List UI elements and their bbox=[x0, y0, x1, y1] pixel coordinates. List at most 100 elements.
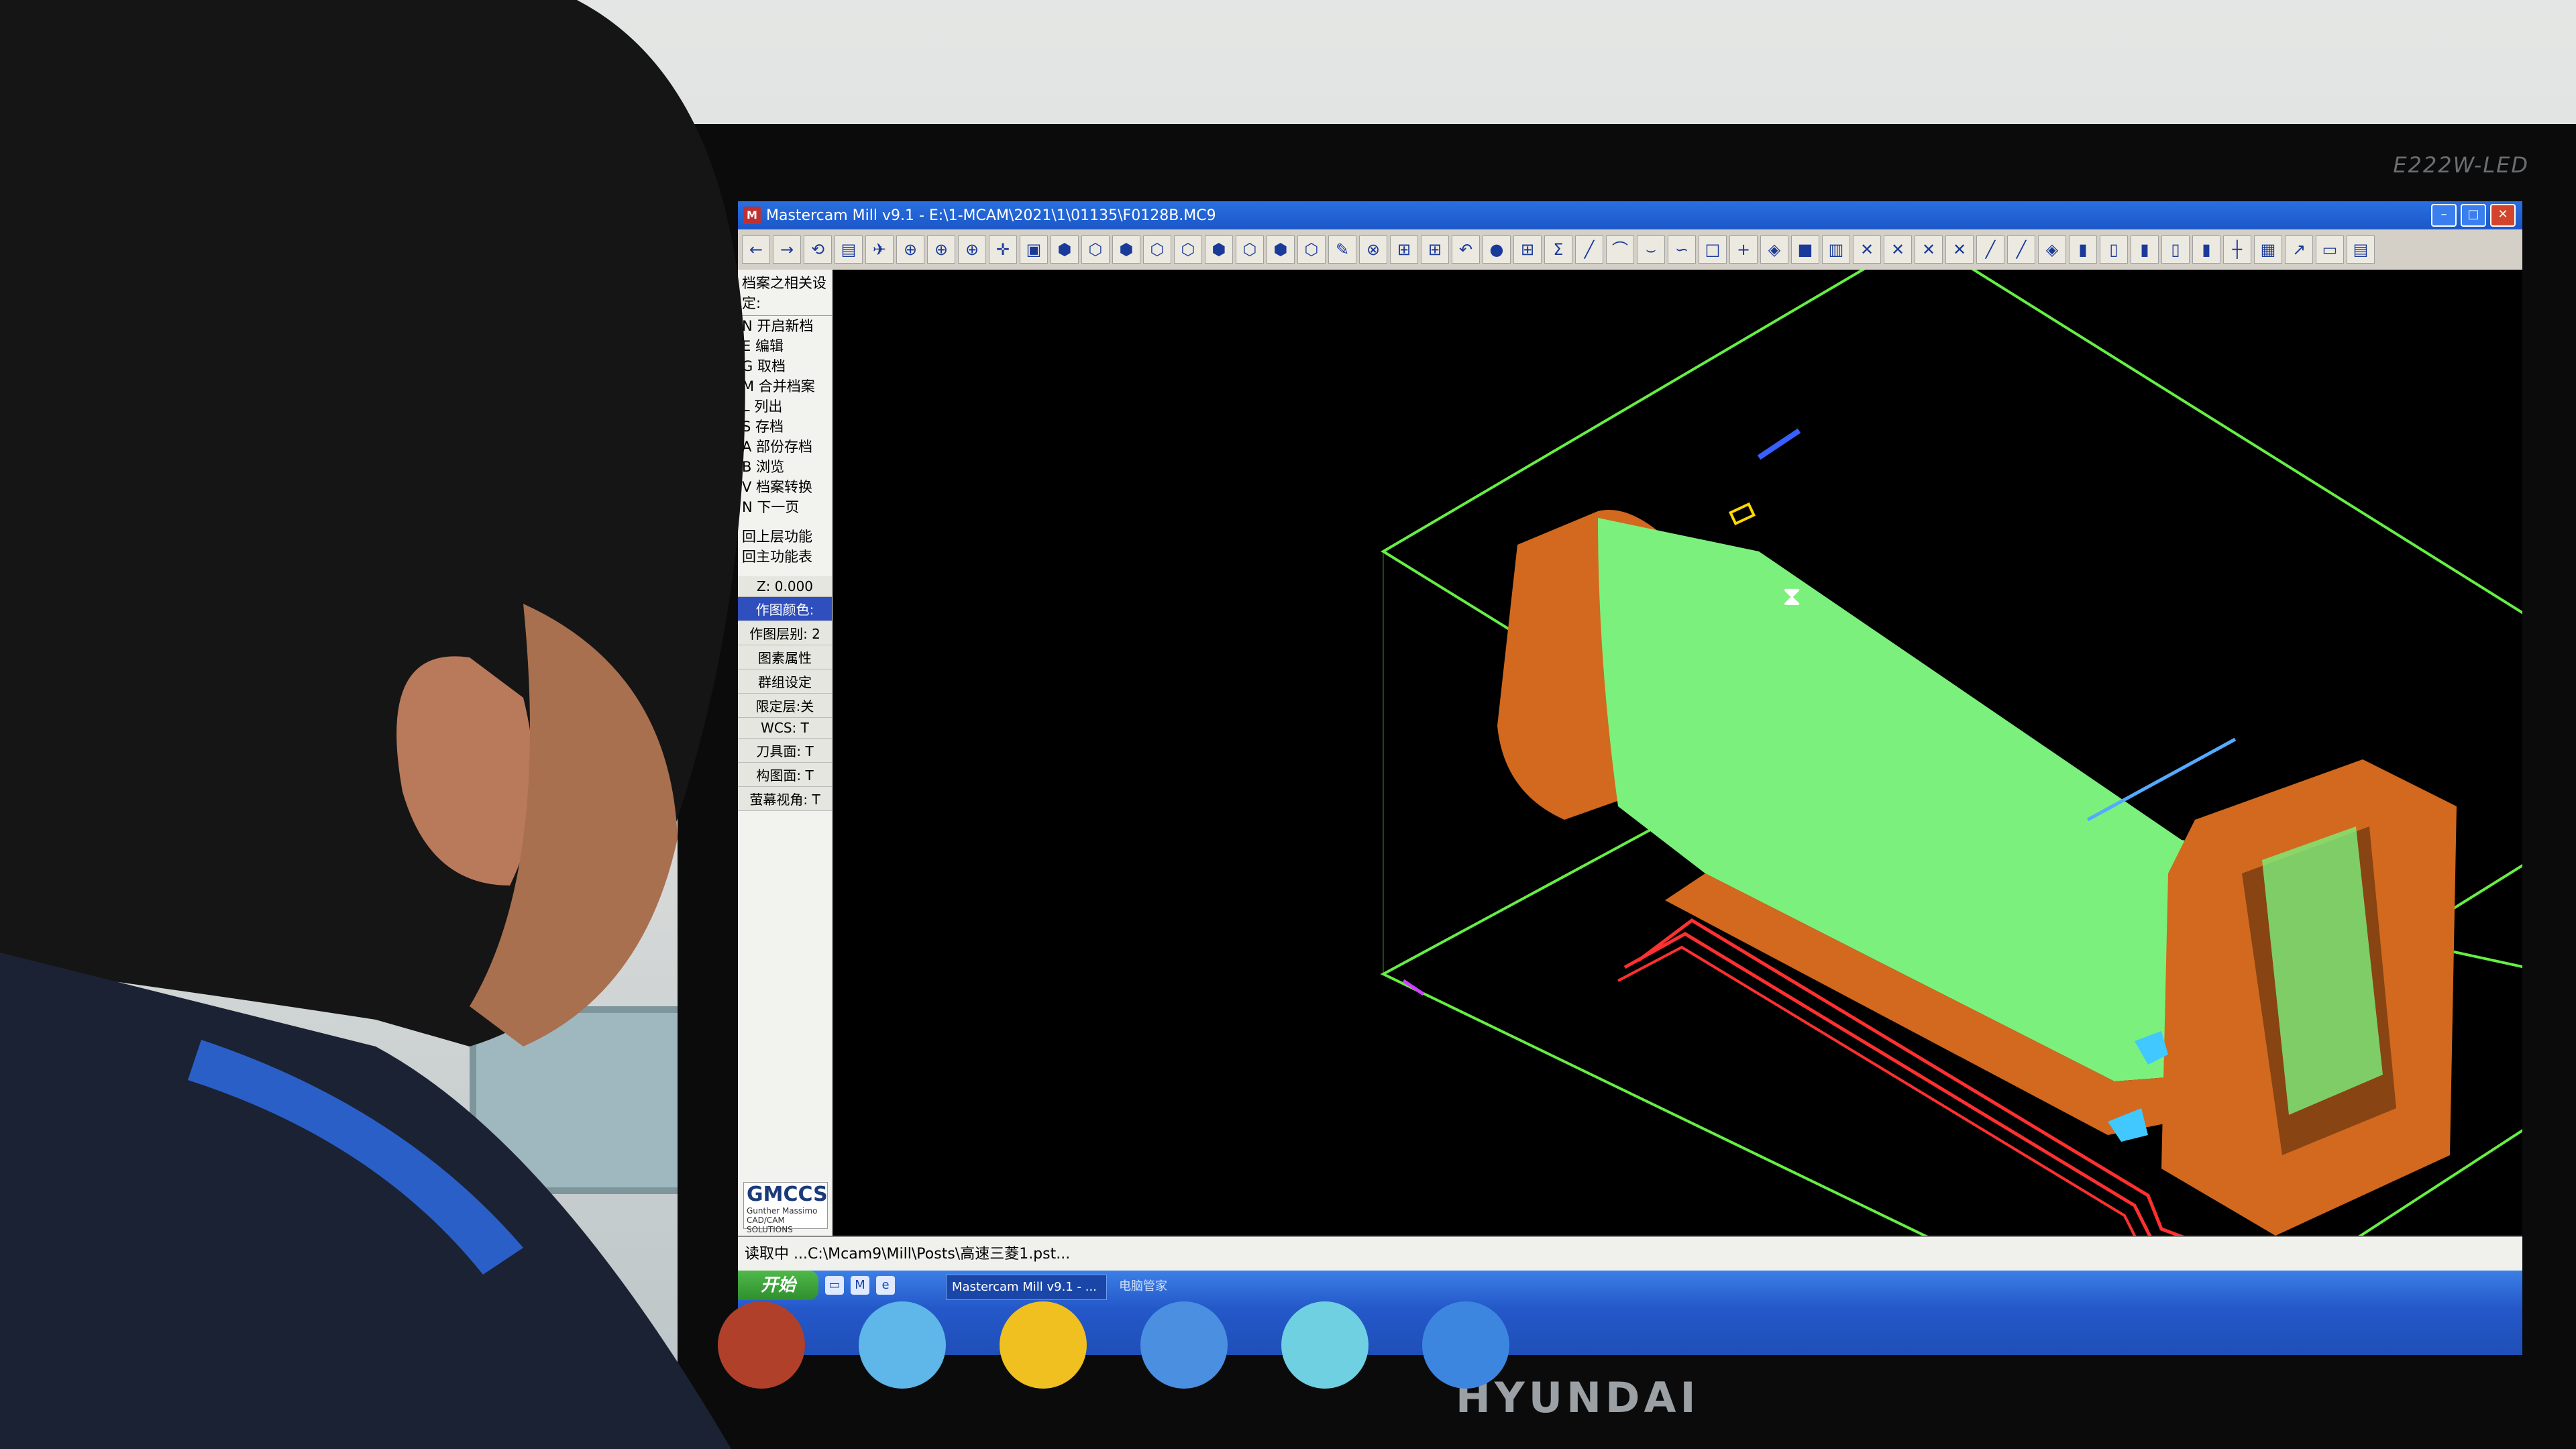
menu-item-list[interactable]: L 列出 bbox=[738, 396, 832, 417]
main-toolbar: ← → ⟲ ▤ ✈ ⊕ ⊕ ⊕ ✛ ▣ ⬢ ⬡ ⬢ ⬡ ⬡ ⬢ ⬡ ⬢ ⬡ ✎ ⊗ ⊞ ⊞ ↶ ● ⊞ Σ ╱ ⌒ ⌣ ∽ □ + ◈ ■ ▥ ✕ ✕ ✕ ✕… bbox=[738, 229, 2522, 271]
cad-model-view: ⧗ bbox=[1380, 234, 2522, 1355]
menu-item-get-file[interactable]: G 取档 bbox=[738, 356, 832, 376]
status-cplane[interactable]: 构图面: T bbox=[738, 763, 832, 787]
quick-launch: ▭ M e bbox=[825, 1276, 895, 1295]
toolbar-icon-30[interactable]: ∽ bbox=[1668, 235, 1696, 264]
toolbar-icon-31[interactable]: □ bbox=[1699, 235, 1727, 264]
status-color[interactable]: 作图颜色: bbox=[738, 597, 832, 621]
status-z-depth[interactable]: Z: 0.000 bbox=[738, 576, 832, 597]
taskbar-mastercam[interactable]: Mastercam Mill v9.1 - ... bbox=[946, 1275, 1107, 1300]
desktop-icon[interactable]: ▭ bbox=[825, 1276, 844, 1295]
status-groups[interactable]: 群组设定 bbox=[738, 669, 832, 694]
toolbar-icon-27[interactable]: ╱ bbox=[1575, 235, 1603, 264]
toolbar-icon-24[interactable]: ● bbox=[1483, 235, 1511, 264]
window-titlebar[interactable]: M Mastercam Mill v9.1 - E:\1-MCAM\2021\1… bbox=[738, 201, 2522, 229]
graphics-viewport[interactable]: ⧗ bbox=[833, 234, 2522, 1355]
toolbar-icon-7[interactable]: ⊕ bbox=[958, 235, 986, 264]
browser-icon[interactable]: e bbox=[876, 1276, 895, 1295]
toolbar-icon-29[interactable]: ⌣ bbox=[1637, 235, 1665, 264]
toolbar-icon-47[interactable]: ▮ bbox=[2192, 235, 2220, 264]
toolbar-icon-34[interactable]: ■ bbox=[1791, 235, 1819, 264]
toolbar-icon-17[interactable]: ⬢ bbox=[1267, 235, 1295, 264]
screen: M Mastercam Mill v9.1 - E:\1-MCAM\2021\1… bbox=[738, 201, 2522, 1355]
close-button[interactable]: ✕ bbox=[2490, 204, 2516, 227]
toolbar-icon-16[interactable]: ⬡ bbox=[1236, 235, 1264, 264]
toolbar-icon-8[interactable]: ✛ bbox=[989, 235, 1017, 264]
cursor-hourglass-icon: ⧗ bbox=[1782, 581, 1801, 612]
toolbar-icon-1[interactable]: → bbox=[773, 235, 801, 264]
menu-item-next-page[interactable]: N 下一页 bbox=[738, 497, 832, 517]
menu-item-browse[interactable]: B 浏览 bbox=[738, 457, 832, 477]
toolbar-icon-25[interactable]: ⊞ bbox=[1513, 235, 1542, 264]
menu-item-main-menu[interactable]: 回主功能表 bbox=[738, 547, 832, 567]
status-attributes[interactable]: 图素属性 bbox=[738, 645, 832, 669]
toolbar-icon-33[interactable]: ◈ bbox=[1760, 235, 1788, 264]
menu-item-merge[interactable]: M 合并档案 bbox=[738, 376, 832, 396]
toolbar-icon-37[interactable]: ✕ bbox=[1884, 235, 1912, 264]
toolbar-icon-21[interactable]: ⊞ bbox=[1390, 235, 1418, 264]
toolbar-icon-51[interactable]: ▭ bbox=[2316, 235, 2344, 264]
toolbar-icon-38[interactable]: ✕ bbox=[1915, 235, 1943, 264]
menu-separator bbox=[738, 517, 832, 527]
status-tplane[interactable]: 刀具面: T bbox=[738, 739, 832, 763]
status-wcs[interactable]: WCS: T bbox=[738, 718, 832, 739]
menu-header: 档案之相关设定: bbox=[738, 270, 832, 316]
toolbar-icon-42[interactable]: ◈ bbox=[2038, 235, 2066, 264]
taskbar-pc-manager[interactable]: 电脑管家 bbox=[1114, 1275, 1253, 1299]
minimize-button[interactable]: – bbox=[2431, 204, 2457, 227]
marker-yellow bbox=[1728, 502, 1756, 526]
toolbar-icon-22[interactable]: ⊞ bbox=[1421, 235, 1449, 264]
toolbar-icon-45[interactable]: ▮ bbox=[2131, 235, 2159, 264]
maximize-button[interactable]: □ bbox=[2461, 204, 2486, 227]
toolbar-icon-5[interactable]: ⊕ bbox=[896, 235, 924, 264]
toolbar-icon-0[interactable]: ← bbox=[742, 235, 770, 264]
toolbar-icon-43[interactable]: ▮ bbox=[2069, 235, 2097, 264]
toolbar-icon-50[interactable]: ↗ bbox=[2285, 235, 2313, 264]
toolbar-icon-46[interactable]: ▯ bbox=[2161, 235, 2190, 264]
toolbar-icon-32[interactable]: + bbox=[1729, 235, 1758, 264]
mastercam-quick-icon[interactable]: M bbox=[851, 1276, 869, 1295]
toolbar-icon-23[interactable]: ↶ bbox=[1452, 235, 1480, 264]
gmccs-logo: GMCCS Gunther Massimo CAD/CAM SOLUTIONS bbox=[743, 1182, 828, 1234]
menu-item-edit[interactable]: E 编辑 bbox=[738, 336, 832, 356]
toolbar-icon-19[interactable]: ✎ bbox=[1328, 235, 1356, 264]
toolbar-icon-2[interactable]: ⟲ bbox=[804, 235, 832, 264]
toolbar-icon-36[interactable]: ✕ bbox=[1853, 235, 1881, 264]
toolbar-icon-26[interactable]: Σ bbox=[1544, 235, 1572, 264]
menu-item-convert[interactable]: V 档案转换 bbox=[738, 477, 832, 497]
status-level[interactable]: 作图层别: 2 bbox=[738, 621, 832, 645]
toolbar-icon-18[interactable]: ⬡ bbox=[1297, 235, 1326, 264]
status-mask[interactable]: 限定层:关 bbox=[738, 694, 832, 718]
toolbar-icon-48[interactable]: ┼ bbox=[2223, 235, 2251, 264]
toolbar-icon-44[interactable]: ▯ bbox=[2100, 235, 2128, 264]
toolbar-icon-13[interactable]: ⬡ bbox=[1143, 235, 1171, 264]
menu-item-save[interactable]: S 存档 bbox=[738, 417, 832, 437]
toolbar-icon-9[interactable]: ▣ bbox=[1020, 235, 1048, 264]
toolbar-icon-15[interactable]: ⬢ bbox=[1205, 235, 1233, 264]
toolbar-icon-28[interactable]: ⌒ bbox=[1606, 235, 1634, 264]
toolbar-icon-3[interactable]: ▤ bbox=[835, 235, 863, 264]
toolbar-icon-12[interactable]: ⬢ bbox=[1112, 235, 1140, 264]
toolbar-icon-40[interactable]: ╱ bbox=[1976, 235, 2004, 264]
toolbar-icon-6[interactable]: ⊕ bbox=[927, 235, 955, 264]
toolbar-icon-4[interactable]: ✈ bbox=[865, 235, 894, 264]
toolbar-icon-52[interactable]: ▤ bbox=[2347, 235, 2375, 264]
menu-item-back[interactable]: 回上层功能 bbox=[738, 527, 832, 547]
side-menu-panel: 档案之相关设定: N 开启新档 E 编辑 G 取档 M 合并档案 L 列出 S … bbox=[738, 270, 833, 1236]
toolbar-icon-20[interactable]: ⊗ bbox=[1359, 235, 1387, 264]
sticker-alien bbox=[1281, 1301, 1368, 1389]
toolbar-icon-35[interactable]: ▥ bbox=[1822, 235, 1850, 264]
toolbar-icon-14[interactable]: ⬡ bbox=[1174, 235, 1202, 264]
menu-item-new-file[interactable]: N 开启新档 bbox=[738, 316, 832, 336]
status-gview[interactable]: 萤幕视角: T bbox=[738, 787, 832, 811]
toolbar-icon-11[interactable]: ⬡ bbox=[1081, 235, 1110, 264]
tool-vector-cyan bbox=[2086, 737, 2237, 822]
marker-magenta-1 bbox=[1402, 979, 1425, 996]
toolbar-icon-49[interactable]: ▦ bbox=[2254, 235, 2282, 264]
toolbar-icon-41[interactable]: ╱ bbox=[2007, 235, 2035, 264]
logo-main-text: GMCCS bbox=[747, 1183, 828, 1206]
toolbar-icon-39[interactable]: ✕ bbox=[1945, 235, 1974, 264]
start-button[interactable]: 开始 bbox=[738, 1271, 818, 1300]
toolbar-icon-10[interactable]: ⬢ bbox=[1051, 235, 1079, 264]
menu-item-partial-save[interactable]: A 部份存档 bbox=[738, 437, 832, 457]
